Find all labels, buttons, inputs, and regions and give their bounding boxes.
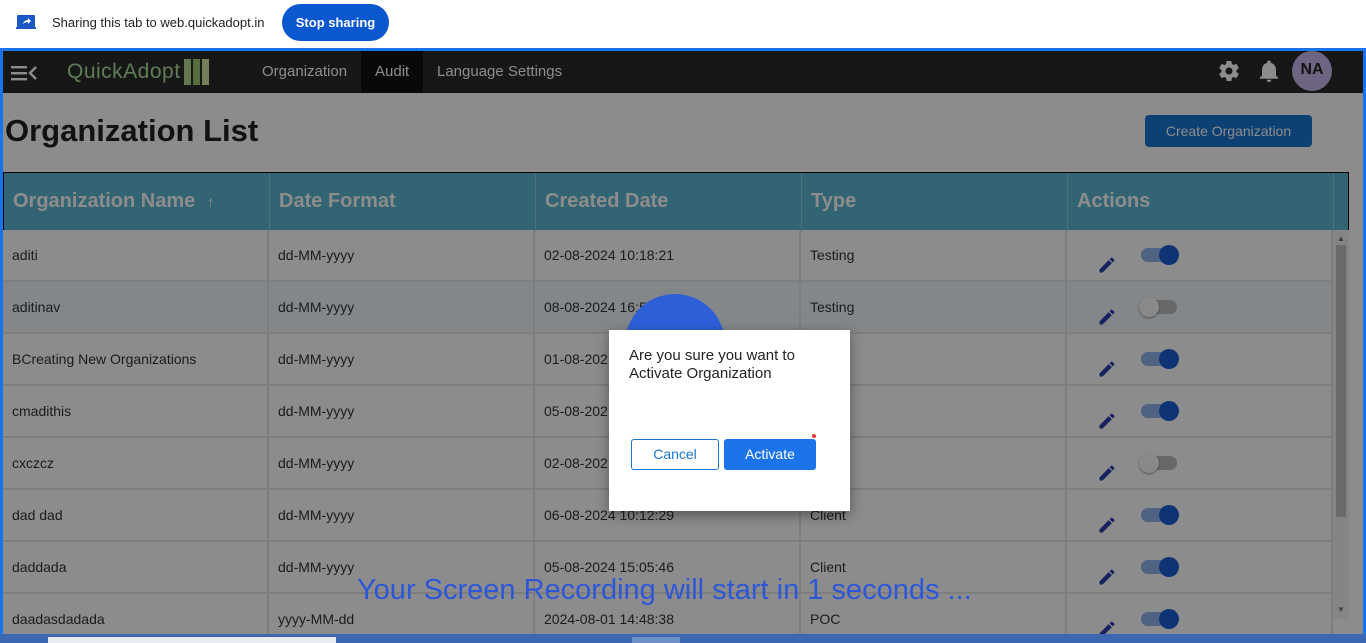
- cancel-button[interactable]: Cancel: [631, 439, 719, 470]
- recording-indicator-dot: [812, 434, 816, 438]
- sharing-message: Sharing this tab to web.quickadopt.in: [52, 15, 265, 30]
- taskbar-segment: [632, 637, 680, 643]
- screen-share-icon: [16, 15, 36, 29]
- activate-button[interactable]: Activate: [724, 439, 816, 470]
- stop-sharing-button[interactable]: Stop sharing: [282, 4, 389, 41]
- app-frame: QuickAdopt Organization Audit Language S…: [0, 48, 1366, 643]
- recording-countdown: Your Screen Recording will start in 1 se…: [357, 574, 972, 606]
- tab-sharing-bar: Sharing this tab to web.quickadopt.in St…: [0, 0, 1366, 48]
- taskbar-segment: [48, 637, 336, 643]
- dialog-message: Are you sure you want to Activate Organi…: [629, 347, 795, 382]
- bottom-taskbar-strip: [0, 634, 1366, 643]
- confirm-activate-dialog: Are you sure you want to Activate Organi…: [609, 330, 850, 511]
